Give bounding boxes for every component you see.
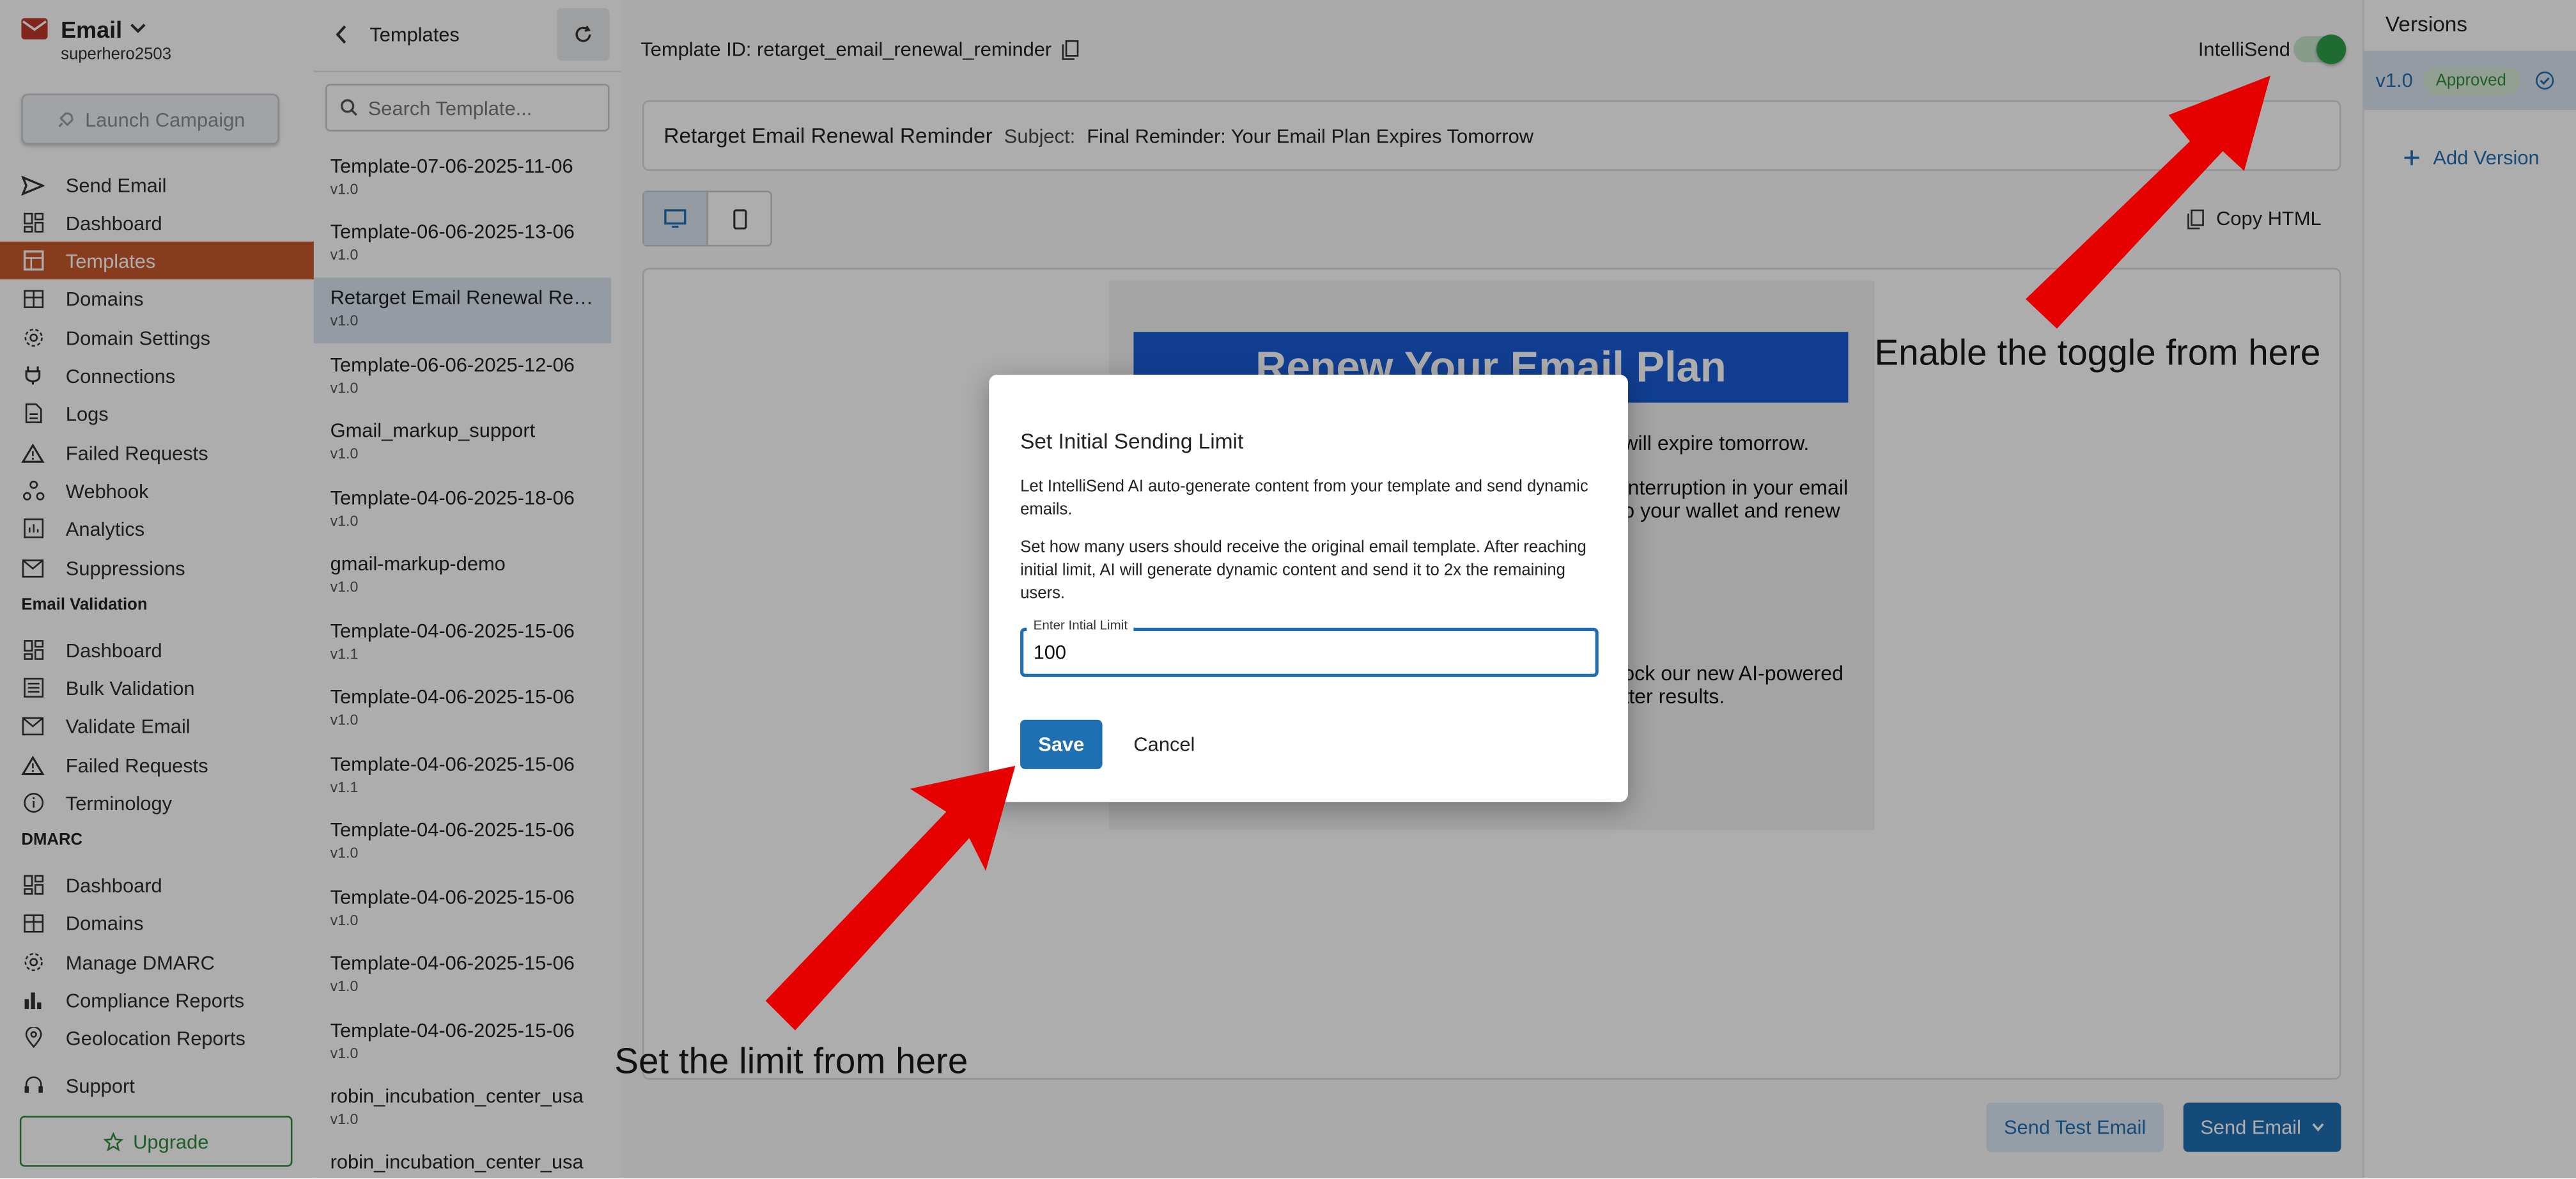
toggle-hint-text: Enable the toggle from here	[1874, 332, 2321, 373]
limit-hint-text: Set the limit from here	[614, 1040, 968, 1082]
arrow-to-toggle	[2025, 75, 2270, 329]
arrow-to-input	[765, 765, 1016, 1031]
annotation-arrows	[765, 75, 2270, 1031]
